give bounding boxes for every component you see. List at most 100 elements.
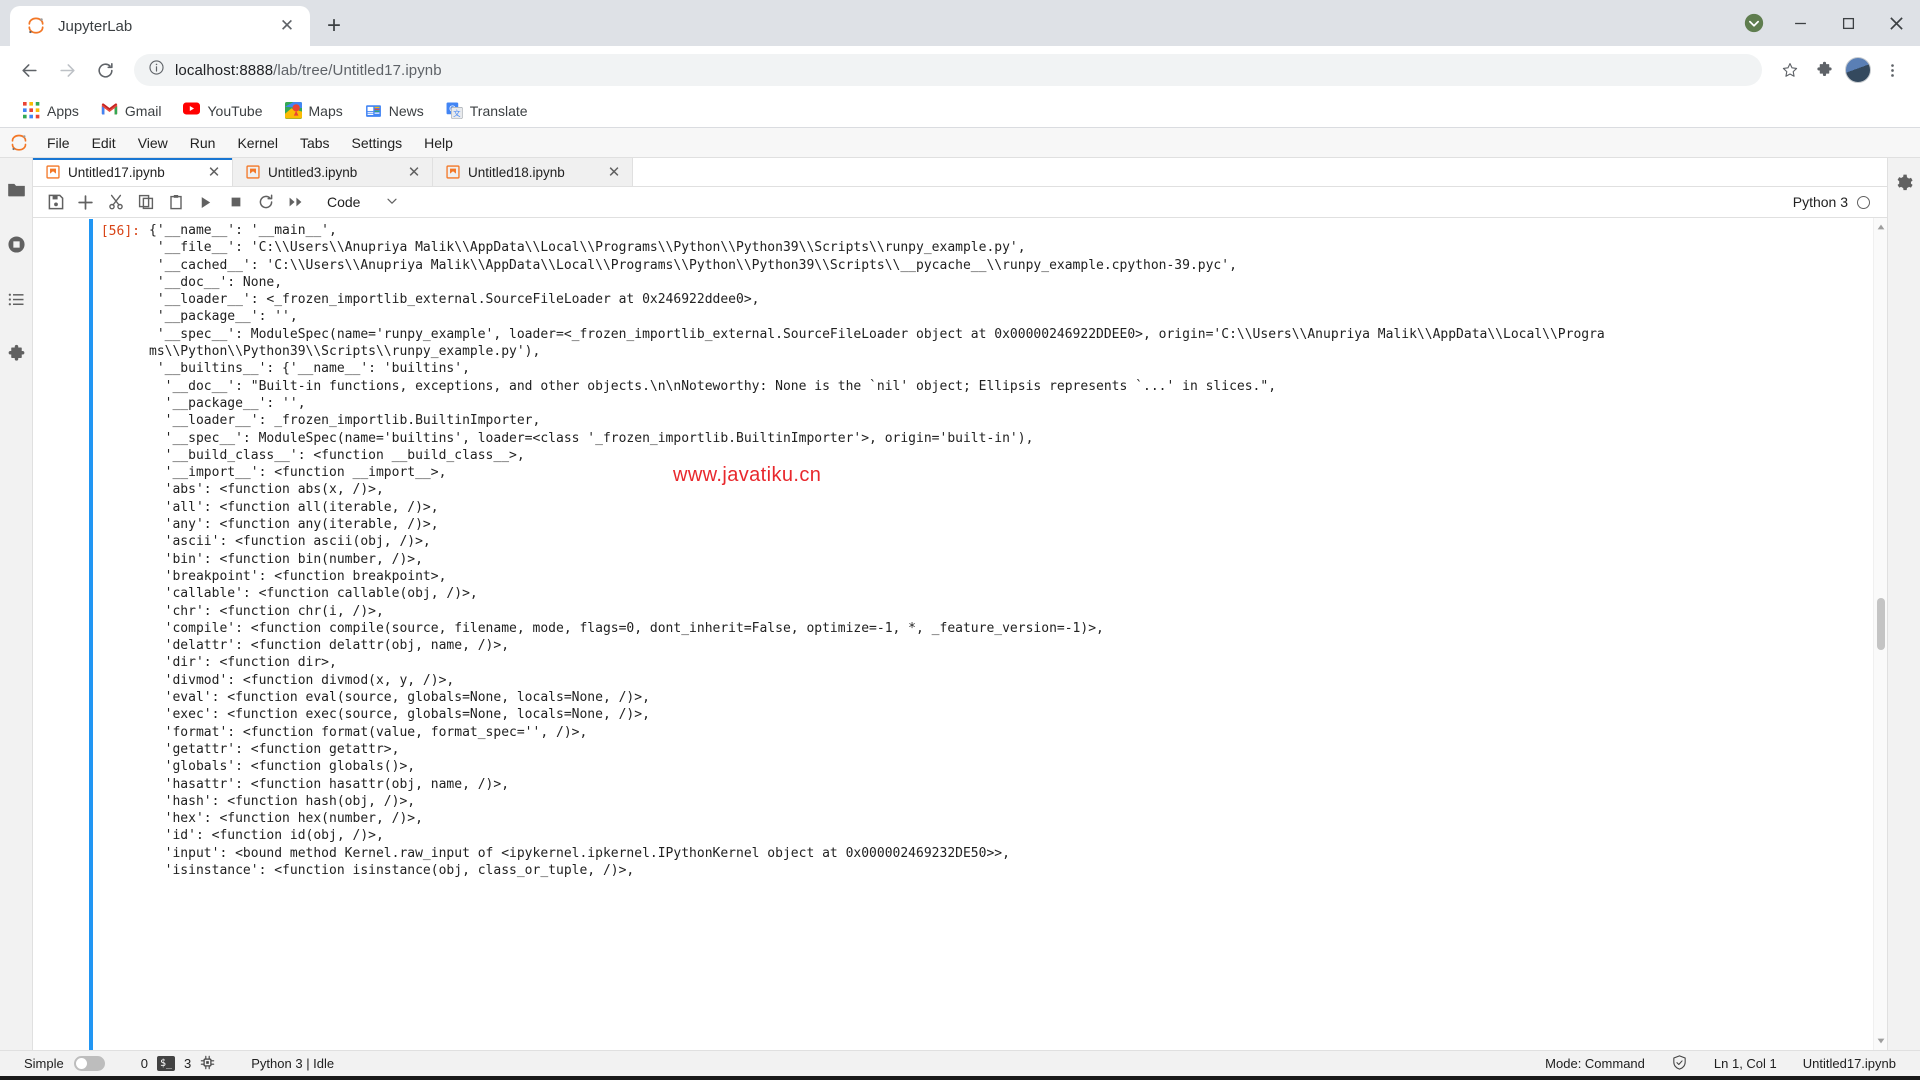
kernel-idle-circle-icon [1857, 195, 1870, 209]
insert-cell-button[interactable] [72, 190, 99, 215]
os-taskbar-strip [0, 1076, 1920, 1080]
bookmark-gmail[interactable]: Gmail [92, 98, 171, 123]
simple-mode-toggle[interactable] [73, 1056, 105, 1071]
restart-kernel-button[interactable] [252, 190, 279, 215]
run-cell-button[interactable] [192, 190, 219, 215]
browser-tabstrip: JupyterLab ✕ + [0, 0, 352, 46]
cursor-position-label[interactable]: Ln 1, Col 1 [1714, 1056, 1777, 1071]
window-controls [1732, 0, 1920, 46]
doc-tab-close-icon[interactable]: ✕ [606, 165, 622, 180]
window-minimize-button[interactable] [1776, 0, 1824, 46]
address-bar-url: localhost:8888/lab/tree/Untitled17.ipynb [175, 62, 442, 79]
interrupt-kernel-button[interactable] [222, 190, 249, 215]
bookmark-label: Apps [47, 102, 79, 119]
bookmarks-bar: Apps Gmail YouTube Maps News 文 Translate [0, 94, 1920, 128]
restart-run-all-button[interactable] [282, 190, 309, 215]
menu-view[interactable]: View [127, 129, 179, 157]
browser-window: JupyterLab ✕ + localhost:8888/lab/tree/U… [0, 0, 1920, 1080]
shield-check-icon[interactable] [1671, 1054, 1688, 1074]
cell-type-dropdown[interactable]: Code [321, 192, 404, 212]
stop-circle-icon[interactable] [5, 233, 27, 255]
kernel-status-group[interactable]: Python 3 | Idle [251, 1056, 334, 1071]
menu-file[interactable]: File [36, 129, 81, 157]
bookmark-news[interactable]: News [356, 98, 433, 123]
scrollbar-thumb[interactable] [1877, 598, 1885, 650]
window-maximize-button[interactable] [1824, 0, 1872, 46]
notebook-cell[interactable]: [56]: {'__name__': '__main__', '__file__… [33, 218, 1873, 1050]
window-close-button[interactable] [1872, 0, 1920, 46]
bookmark-label: Translate [469, 102, 528, 119]
gear-icon[interactable] [1893, 172, 1915, 194]
browser-tab-close-icon[interactable]: ✕ [276, 15, 298, 37]
terminals-kernels-group[interactable]: 0 $_ 3 [141, 1055, 216, 1073]
bookmark-maps[interactable]: Maps [276, 98, 352, 123]
list-icon[interactable] [5, 288, 27, 310]
editor-mode-label[interactable]: Mode: Command [1545, 1056, 1645, 1071]
paste-cell-button[interactable] [162, 190, 189, 215]
doc-tab-untitled17[interactable]: Untitled17.ipynb ✕ [33, 158, 233, 186]
bookmark-youtube[interactable]: YouTube [174, 98, 271, 123]
jupyter-logo-icon [2, 129, 36, 157]
browser-tab[interactable]: JupyterLab ✕ [10, 6, 310, 46]
new-tab-button[interactable]: + [316, 8, 352, 44]
scroll-down-arrow-icon[interactable] [1877, 1036, 1885, 1046]
bookmark-star-icon[interactable] [1774, 54, 1806, 86]
extensions-puzzle-piece-icon[interactable] [1808, 54, 1840, 86]
notebook-tab-bar: Untitled17.ipynb ✕ Untitled3.ipynb ✕ Unt… [33, 158, 1887, 187]
puzzle-piece-icon[interactable] [5, 343, 27, 365]
notebook-icon [446, 165, 460, 179]
kernel-status-group[interactable]: Python 3 [1793, 194, 1878, 210]
reload-button[interactable] [88, 53, 122, 87]
scroll-up-arrow-icon[interactable] [1877, 222, 1885, 232]
toggle-knob [75, 1058, 87, 1069]
menu-run[interactable]: Run [179, 129, 227, 157]
doc-tab-label: Untitled18.ipynb [468, 164, 565, 180]
cell-type-value: Code [327, 194, 361, 210]
jupyter-logo-icon [26, 16, 46, 36]
bookmark-label: News [388, 102, 424, 119]
menu-settings[interactable]: Settings [341, 129, 414, 157]
toolbar-right-group [1774, 54, 1908, 86]
cut-cell-button[interactable] [102, 190, 129, 215]
browser-update-icon[interactable] [1732, 0, 1776, 46]
bookmark-apps[interactable]: Apps [14, 98, 88, 123]
notebook-icon [246, 165, 260, 179]
address-path: /lab/tree/Untitled17.ipynb [273, 61, 442, 79]
bookmark-label: YouTube [207, 102, 263, 119]
notebook-icon [46, 165, 60, 179]
doc-tab-label: Untitled3.ipynb [268, 164, 358, 180]
jupyter-main-area: Untitled17.ipynb ✕ Untitled3.ipynb ✕ Unt… [33, 158, 1887, 1050]
doc-tab-untitled3[interactable]: Untitled3.ipynb ✕ [233, 158, 433, 186]
site-info-icon[interactable] [148, 59, 165, 81]
doc-tab-close-icon[interactable]: ✕ [406, 165, 422, 180]
bookmark-translate[interactable]: G 文 Translate [437, 98, 537, 123]
back-button[interactable] [12, 53, 46, 87]
profile-avatar-icon[interactable] [1842, 54, 1874, 86]
cell-output-area: [56]: {'__name__': '__main__', '__file__… [93, 219, 1873, 1050]
bookmark-label: Gmail [124, 102, 162, 119]
menu-edit[interactable]: Edit [81, 129, 127, 157]
browser-titlebar: JupyterLab ✕ + [0, 0, 1920, 46]
menu-help[interactable]: Help [413, 129, 464, 157]
doc-tab-label: Untitled17.ipynb [68, 164, 165, 180]
jupyter-body: Untitled17.ipynb ✕ Untitled3.ipynb ✕ Unt… [0, 158, 1920, 1050]
kernel-name-label: Python 3 [1792, 194, 1848, 210]
kernel-status-label: Python 3 | Idle [251, 1056, 335, 1071]
menu-tabs[interactable]: Tabs [289, 129, 341, 157]
jupyter-status-bar: Simple 0 $_ 3 Python 3 | Idle Mode: Comm… [0, 1050, 1920, 1076]
simple-mode-group[interactable]: Simple [24, 1056, 105, 1071]
three-dot-menu-icon[interactable] [1876, 54, 1908, 86]
forward-button[interactable] [50, 53, 84, 87]
save-button[interactable] [42, 190, 69, 215]
cpu-chip-icon [200, 1055, 215, 1073]
copy-cell-button[interactable] [132, 190, 159, 215]
google-news-icon [365, 102, 382, 119]
folder-icon[interactable] [5, 178, 27, 200]
doc-tab-untitled18[interactable]: Untitled18.ipynb ✕ [433, 158, 633, 186]
address-bar[interactable]: localhost:8888/lab/tree/Untitled17.ipynb [134, 54, 1762, 86]
doc-tab-close-icon[interactable]: ✕ [206, 165, 222, 180]
apps-grid-icon [23, 102, 40, 119]
address-host: localhost:8888 [175, 61, 274, 79]
notebook-scrollbar[interactable] [1873, 218, 1887, 1050]
menu-kernel[interactable]: Kernel [226, 129, 288, 157]
